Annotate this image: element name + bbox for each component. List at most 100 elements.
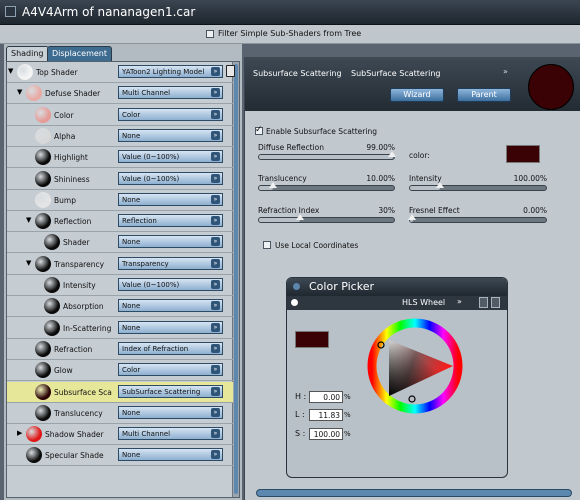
- dropdown-chevron-icon: »: [211, 429, 220, 439]
- shader-type-dropdown[interactable]: None »: [118, 405, 223, 419]
- diffuse-reflection-slider[interactable]: [258, 151, 396, 160]
- dropdown-value: Value (0~100%): [122, 174, 180, 183]
- dropdown-value: SubSurface Scattering: [122, 387, 201, 396]
- filter-simple-subshaders[interactable]: Filter Simple Sub-Shaders from Tree: [206, 29, 361, 38]
- shader-type-dropdown[interactable]: None »: [118, 192, 223, 206]
- tree-row[interactable]: Color Color »: [7, 105, 233, 126]
- shader-type-dropdown[interactable]: SubSurface Scattering »: [118, 384, 223, 398]
- shader-type-dropdown[interactable]: Reflection »: [118, 214, 223, 228]
- tree-row[interactable]: Shader None »: [7, 232, 233, 254]
- tree-row-label: Bump: [54, 195, 76, 205]
- filter-label: Filter Simple Sub-Shaders from Tree: [218, 29, 362, 38]
- s-input[interactable]: 100.00: [309, 428, 343, 440]
- shader-type-dropdown[interactable]: None »: [118, 448, 223, 462]
- shader-type-dropdown[interactable]: Multi Channel »: [118, 86, 223, 100]
- dropdown-value: None: [122, 323, 141, 332]
- mode-chevron-icon[interactable]: »: [457, 297, 462, 306]
- tree-row-label: Shader: [63, 238, 90, 248]
- shader-ball-icon: [44, 277, 60, 293]
- shader-type-dropdown[interactable]: Transparency »: [118, 256, 223, 270]
- fresnel-effect-slider[interactable]: [408, 214, 547, 223]
- shader-ball-icon: [17, 64, 33, 80]
- shader-ball-icon: [35, 213, 51, 230]
- shader-type-dropdown[interactable]: Index of Refraction »: [118, 341, 223, 355]
- picker-save-icon[interactable]: [479, 297, 488, 308]
- tree-row[interactable]: Refraction Index of Refraction »: [7, 339, 233, 360]
- tree-expander-icon[interactable]: ▼: [26, 259, 31, 267]
- tree-row[interactable]: Subsurface Sca SubSurface Scattering »: [7, 381, 233, 403]
- color-picker-title: Color Picker: [309, 280, 374, 293]
- shader-type-dropdown[interactable]: Multi Channel »: [118, 427, 223, 441]
- shader-type-dropdown[interactable]: Value (0~100%) »: [118, 171, 223, 185]
- shader-type-dropdown[interactable]: Color »: [118, 363, 223, 377]
- shader-type-dropdown[interactable]: Value (0~100%) »: [118, 278, 223, 291]
- tree-expander-icon[interactable]: ▼: [26, 216, 31, 224]
- tree-row-label: Shadow Shader: [45, 430, 104, 440]
- h-input[interactable]: 0.00: [309, 391, 343, 403]
- dropdown-chevron-icon: »: [211, 386, 220, 396]
- tree-expander-icon[interactable]: ▶: [17, 429, 22, 437]
- tree-row[interactable]: ▶ Shadow Shader Multi Channel »: [7, 424, 233, 446]
- shader-tree: ▼ Top Shader YAToon2 Lighting Model » ▼ Defus…: [6, 61, 240, 498]
- tree-row[interactable]: In-Scattering None »: [7, 318, 233, 339]
- refraction-index-slider[interactable]: [258, 214, 395, 223]
- tree-row-label: Highlight: [54, 153, 88, 163]
- tree-scrollbar-thumb[interactable]: [234, 64, 238, 494]
- tree-expander-icon[interactable]: ▼: [17, 88, 22, 96]
- tree-row[interactable]: Shininess Value (0~100%) »: [7, 169, 233, 190]
- h-label: H :: [295, 392, 307, 401]
- tree-row[interactable]: Bump None »: [7, 190, 233, 211]
- tree-row[interactable]: Translucency None »: [7, 403, 233, 424]
- shader-type-dropdown[interactable]: YAToon2 Lighting Model »: [118, 65, 223, 78]
- use-local-coords-checkbox[interactable]: [263, 241, 271, 249]
- tree-row[interactable]: Alpha None »: [7, 126, 233, 147]
- tree-row[interactable]: Glow Color »: [7, 360, 233, 382]
- picker-eyedropper-icon[interactable]: [491, 297, 500, 308]
- tree-row[interactable]: Intensity Value (0~100%) »: [7, 275, 233, 296]
- hls-color-wheel[interactable]: [367, 318, 463, 414]
- shader-type-dropdown[interactable]: None »: [118, 320, 223, 334]
- shader-type-dropdown[interactable]: None »: [118, 235, 223, 249]
- tree-row[interactable]: ▼ Transparency Transparency »: [7, 254, 233, 275]
- tree-expander-icon[interactable]: ▼: [8, 67, 13, 75]
- enable-sss-checkbox[interactable]: [255, 125, 263, 135]
- tree-scrollbar[interactable]: [232, 62, 239, 497]
- preview-sphere: [528, 64, 574, 110]
- picker-option-dot-icon[interactable]: [291, 299, 298, 306]
- filter-checkbox[interactable]: [206, 29, 214, 38]
- picker-close-icon[interactable]: [293, 283, 300, 290]
- tree-row[interactable]: ▼ Top Shader YAToon2 Lighting Model »: [7, 62, 235, 83]
- sss-color-swatch[interactable]: [506, 145, 540, 163]
- shader-type-dropdown[interactable]: None »: [118, 299, 223, 313]
- tab-shading[interactable]: Shading: [6, 46, 49, 61]
- dropdown-chevron-icon: »: [211, 109, 220, 119]
- dropdown-value: None: [122, 302, 141, 311]
- intensity-slider[interactable]: [409, 182, 547, 191]
- color-picker-titlebar[interactable]: Color Picker: [287, 278, 507, 296]
- tree-row[interactable]: Highlight Value (0~100%) »: [7, 147, 233, 169]
- shader-type-dropdown[interactable]: None »: [118, 128, 223, 142]
- tree-row-label: Intensity: [63, 281, 96, 290]
- shader-type-dropdown[interactable]: Value (0~100%) »: [118, 150, 223, 164]
- tree-row[interactable]: ▼ Defuse Shader Multi Channel »: [7, 83, 233, 105]
- picker-mode-select[interactable]: HLS Wheel: [402, 298, 445, 307]
- shader-ball-icon: [35, 383, 51, 400]
- window-menu-icon[interactable]: [5, 6, 16, 17]
- wizard-button[interactable]: Wizard: [390, 88, 444, 102]
- collapse-chevron-icon[interactable]: »: [503, 67, 508, 76]
- options-bar: Filter Simple Sub-Shaders from Tree: [0, 25, 580, 44]
- translucency-slider[interactable]: [258, 182, 395, 191]
- trash-icon[interactable]: [226, 65, 235, 77]
- intensity-value: 100.00%: [513, 174, 547, 183]
- dropdown-value: None: [122, 451, 141, 460]
- dropdown-value: Multi Channel: [122, 89, 171, 98]
- l-input[interactable]: 11.83: [309, 409, 343, 421]
- parent-button[interactable]: Parent: [457, 88, 511, 102]
- horizontal-scrollbar[interactable]: [256, 489, 572, 497]
- shader-type-dropdown[interactable]: Color »: [118, 107, 223, 121]
- color-picker-window: Color Picker HLS Wheel » H : 0.00 % L : …: [286, 277, 508, 478]
- tab-displacement[interactable]: Displacement: [47, 46, 112, 61]
- tree-row[interactable]: Absorption None »: [7, 296, 233, 318]
- tree-row[interactable]: ▼ Reflection Reflection »: [7, 211, 233, 233]
- tree-row[interactable]: Specular Shade None »: [7, 445, 233, 467]
